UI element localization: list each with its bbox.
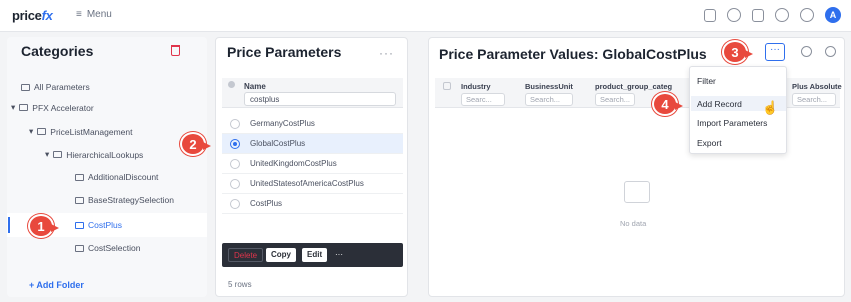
delete-button[interactable]: Delete bbox=[228, 248, 264, 262]
column-header-plus-absolute[interactable]: Plus Absolute bbox=[792, 82, 842, 91]
folder-icon bbox=[37, 128, 47, 135]
more-options-button[interactable]: ··· bbox=[765, 43, 785, 61]
tree-item-pricelistmanagement[interactable]: ▾ PriceListManagement bbox=[29, 126, 133, 137]
row-radio[interactable] bbox=[230, 159, 240, 169]
add-folder-button[interactable]: + Add Folder bbox=[29, 280, 84, 290]
industry-search-input[interactable]: Searc... bbox=[461, 93, 505, 106]
plus-absolute-search-input[interactable]: Search... bbox=[792, 93, 836, 106]
menu-button[interactable]: ≡ Menu bbox=[76, 9, 112, 20]
folder-icon bbox=[53, 151, 63, 158]
column-header-businessunit[interactable]: BusinessUnit bbox=[525, 82, 573, 91]
folder-icon bbox=[75, 221, 84, 229]
categories-panel: Categories All Parameters ▾ PFX Accelera… bbox=[7, 37, 207, 297]
values-title: Price Parameter Values: GlobalCostPlus bbox=[439, 46, 707, 62]
select-all-checkbox[interactable] bbox=[443, 82, 451, 90]
settings-icon[interactable] bbox=[801, 46, 812, 57]
copy-button[interactable]: Copy bbox=[266, 248, 296, 262]
selection-indicator bbox=[8, 217, 10, 233]
chevron-down-icon[interactable]: ▾ bbox=[45, 149, 49, 160]
tree-item-costplus[interactable]: CostPlus bbox=[75, 220, 122, 230]
menu-item-export[interactable]: Export bbox=[697, 138, 722, 148]
table-row[interactable]: UnitedStatesofAmericaCostPlus bbox=[222, 174, 403, 194]
tree-item-pfx-accelerator[interactable]: ▾ PFX Accelerator bbox=[11, 102, 94, 113]
tree-item-all-parameters[interactable]: All Parameters bbox=[21, 82, 90, 92]
table-row-selected[interactable]: GlobalCostPlus bbox=[222, 134, 403, 154]
clipboard-icon[interactable] bbox=[752, 8, 764, 22]
menu-item-import-parameters[interactable]: Import Parameters bbox=[697, 118, 767, 128]
step-badge-1: 1 bbox=[28, 214, 59, 238]
no-data-label: No data bbox=[620, 219, 647, 228]
price-parameters-panel: Price Parameters ··· Name costplus Germa… bbox=[215, 37, 408, 297]
select-all-icon[interactable] bbox=[228, 81, 235, 88]
price-parameters-title: Price Parameters bbox=[227, 44, 342, 60]
row-radio[interactable] bbox=[230, 119, 240, 129]
selection-action-bar: Delete Copy Edit ··· bbox=[222, 243, 403, 267]
column-header-name[interactable]: Name bbox=[244, 82, 266, 91]
name-search-input[interactable]: costplus bbox=[244, 92, 396, 106]
step-badge-2: 2 bbox=[180, 132, 211, 156]
rows-count: 5 rows bbox=[228, 280, 252, 289]
tree-item-basestrategyselection[interactable]: BaseStrategySelection bbox=[75, 195, 174, 205]
folder-icon bbox=[75, 196, 84, 204]
folder-icon bbox=[75, 244, 84, 252]
table-row[interactable]: GermanyCostPlus bbox=[222, 114, 403, 134]
notifications-icon[interactable] bbox=[704, 8, 716, 22]
row-radio[interactable] bbox=[230, 199, 240, 209]
tree-item-hierarchicallookups[interactable]: ▾ HierarchicalLookups bbox=[45, 149, 143, 160]
hand-cursor-icon: ☝ bbox=[762, 100, 779, 115]
chevron-down-icon[interactable]: ▾ bbox=[11, 102, 15, 113]
pricefx-logo[interactable]: pricefx bbox=[12, 8, 53, 23]
more-options-icon[interactable]: ··· bbox=[379, 46, 394, 60]
hamburger-icon: ≡ bbox=[76, 9, 82, 20]
edit-button[interactable]: Edit bbox=[302, 248, 328, 262]
sync-icon[interactable] bbox=[800, 8, 814, 22]
step-badge-3: 3 bbox=[722, 40, 753, 64]
menu-label: Menu bbox=[86, 9, 112, 20]
refresh-icon[interactable] bbox=[825, 46, 836, 57]
table-row[interactable]: CostPlus bbox=[222, 194, 403, 214]
settings-icon[interactable] bbox=[775, 8, 789, 22]
folder-icon bbox=[19, 104, 29, 111]
trash-icon[interactable] bbox=[171, 45, 180, 56]
table-row[interactable]: UnitedKingdomCostPlus bbox=[222, 154, 403, 174]
help-icon[interactable] bbox=[727, 8, 741, 22]
column-header-product-group[interactable]: product_group_categ bbox=[595, 82, 672, 91]
menu-item-add-record[interactable]: Add Record bbox=[697, 99, 742, 109]
tree-item-additionaldiscount[interactable]: AdditionalDiscount bbox=[75, 172, 158, 182]
folder-icon bbox=[75, 173, 84, 181]
column-header-industry[interactable]: Industry bbox=[461, 82, 491, 91]
more-actions-icon[interactable]: ··· bbox=[330, 248, 348, 262]
empty-inbox-icon bbox=[624, 181, 650, 203]
chevron-down-icon[interactable]: ▾ bbox=[29, 126, 33, 137]
grid-header: Name costplus bbox=[222, 78, 403, 108]
row-radio[interactable] bbox=[230, 179, 240, 189]
businessunit-search-input[interactable]: Search... bbox=[525, 93, 573, 106]
top-bar: pricefx ≡ Menu A bbox=[0, 0, 851, 32]
categories-title: Categories bbox=[21, 43, 94, 59]
menu-item-filter[interactable]: Filter bbox=[697, 76, 716, 86]
row-radio-checked[interactable] bbox=[230, 139, 240, 149]
tree-item-costselection[interactable]: CostSelection bbox=[75, 243, 140, 253]
product-group-search-input[interactable]: Search... bbox=[595, 93, 635, 106]
avatar[interactable]: A bbox=[825, 7, 841, 23]
step-badge-4: 4 bbox=[652, 92, 683, 116]
folder-icon bbox=[21, 83, 30, 91]
